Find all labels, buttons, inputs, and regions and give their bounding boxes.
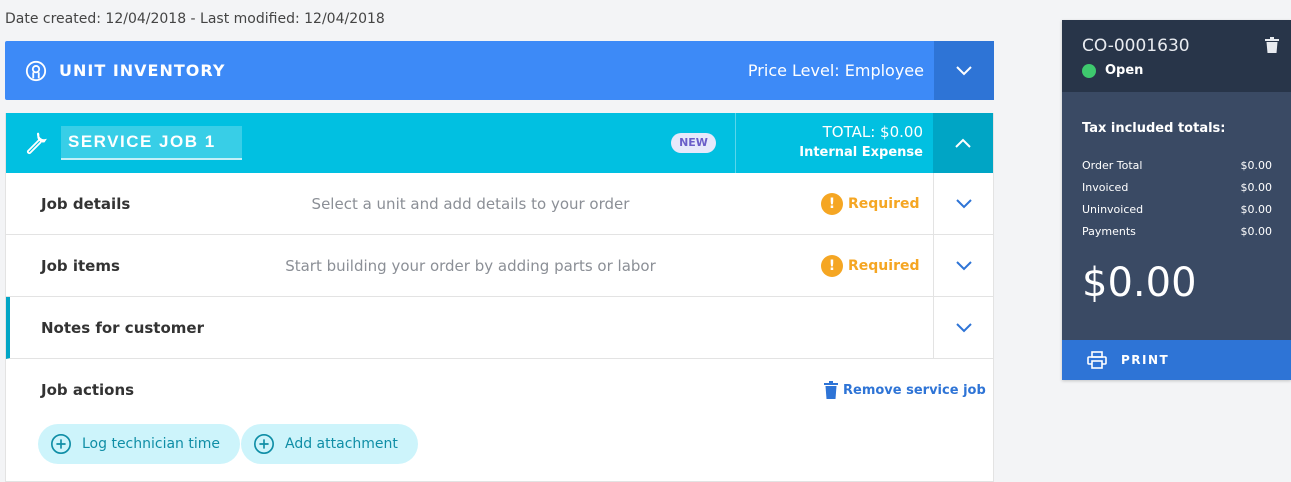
required-status: ! Required	[821, 254, 920, 277]
row-description: Start building your order by adding part…	[285, 256, 656, 275]
order-summary-header: CO-0001630 Open	[1062, 20, 1291, 92]
expense-type: Internal Expense	[799, 145, 923, 160]
chevron-up-icon	[955, 138, 971, 148]
unit-inventory-bar[interactable]: UNIT INVENTORY Price Level: Employee	[5, 41, 994, 100]
notes-for-customer-row[interactable]: Notes for customer	[6, 297, 993, 359]
job-collapse-button[interactable]	[933, 113, 993, 173]
status-label: Open	[1105, 63, 1144, 78]
warning-icon: !	[821, 192, 843, 215]
date-meta: Date created: 12/04/2018 - Last modified…	[5, 11, 385, 27]
unit-expand-button[interactable]	[934, 41, 994, 100]
status-dot-icon	[1082, 63, 1096, 78]
new-badge: NEW	[671, 133, 716, 153]
service-job-header: NEW TOTAL: $0.00 Internal Expense	[6, 113, 993, 173]
chevron-down-icon	[955, 322, 972, 332]
job-total-amount: TOTAL: $0.00	[822, 123, 923, 141]
print-button[interactable]: PRINT	[1062, 340, 1291, 380]
unit-inventory-title: UNIT INVENTORY	[59, 61, 226, 80]
totals-row: Order Total $0.00	[1082, 159, 1272, 172]
totals-value: $0.00	[1240, 159, 1273, 172]
job-actions: Job actions Remove service job Log techn…	[6, 359, 993, 482]
warning-icon: !	[821, 254, 843, 277]
remove-label: Remove service job	[843, 382, 986, 398]
remove-service-job-link[interactable]: Remove service job	[824, 381, 986, 399]
totals-label: Payments	[1082, 225, 1136, 238]
totals-label: Uninvoiced	[1082, 203, 1144, 216]
notes-expand-button[interactable]	[933, 297, 993, 358]
unit-icon	[25, 60, 47, 81]
job-total: TOTAL: $0.00 Internal Expense	[799, 123, 923, 160]
order-id: CO-0001630	[1082, 36, 1190, 56]
totals-row: Payments $0.00	[1082, 225, 1272, 238]
order-summary-panel: CO-0001630 Open Tax included totals: Ord…	[1062, 20, 1291, 380]
trash-icon	[824, 381, 838, 399]
required-label: Required	[848, 257, 920, 274]
required-status: ! Required	[821, 192, 920, 215]
tax-totals-title: Tax included totals:	[1082, 121, 1226, 136]
add-attachment-label: Add attachment	[285, 436, 398, 452]
job-name-input[interactable]	[61, 126, 242, 160]
job-actions-title: Job actions	[41, 381, 135, 399]
job-details-row[interactable]: Job details Select a unit and add detail…	[6, 173, 993, 235]
chevron-down-icon	[955, 260, 972, 270]
required-label: Required	[848, 195, 920, 212]
plus-circle-icon	[51, 434, 71, 454]
job-items-expand-button[interactable]	[933, 235, 993, 296]
wrench-icon	[26, 132, 47, 155]
log-technician-time-button[interactable]: Log technician time	[38, 424, 241, 464]
trash-icon[interactable]	[1265, 37, 1279, 53]
header-divider	[735, 113, 736, 173]
chevron-down-icon	[956, 65, 972, 75]
add-attachment-button[interactable]: Add attachment	[241, 424, 418, 464]
job-items-row[interactable]: Job items Start building your order by a…	[6, 235, 993, 297]
print-label: PRINT	[1121, 353, 1170, 367]
row-label: Notes for customer	[41, 318, 204, 337]
totals-row: Invoiced $0.00	[1082, 181, 1272, 194]
price-level: Price Level: Employee	[747, 61, 924, 80]
totals-value: $0.00	[1240, 225, 1273, 238]
row-description: Select a unit and add details to your or…	[311, 194, 630, 213]
job-details-expand-button[interactable]	[933, 173, 993, 234]
totals-value: $0.00	[1240, 203, 1273, 216]
grand-total: $0.00	[1082, 260, 1197, 306]
totals-label: Invoiced	[1082, 181, 1129, 194]
service-job-card: NEW TOTAL: $0.00 Internal Expense Job de…	[5, 113, 994, 482]
printer-icon	[1087, 351, 1107, 369]
totals-row: Uninvoiced $0.00	[1082, 203, 1272, 216]
chevron-down-icon	[955, 198, 972, 208]
plus-circle-icon	[254, 434, 274, 454]
order-status: Open	[1082, 63, 1143, 78]
totals-value: $0.00	[1240, 181, 1273, 194]
log-time-label: Log technician time	[82, 436, 221, 452]
totals-label: Order Total	[1082, 159, 1143, 172]
